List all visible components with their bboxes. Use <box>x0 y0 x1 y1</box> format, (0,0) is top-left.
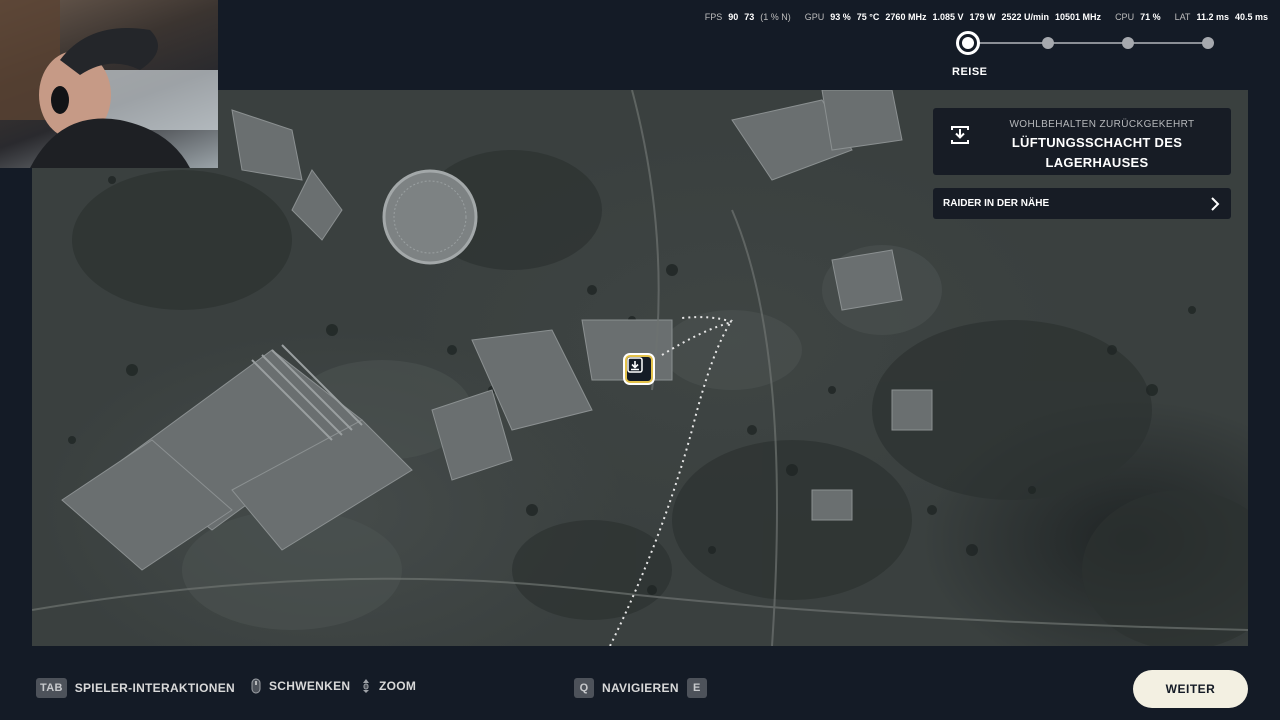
lat-2: 40.5 ms <box>1234 12 1268 22</box>
hint-pan-label: SCHWENKEN <box>269 679 351 693</box>
progress-node <box>1202 37 1214 49</box>
lat-1: 11.2 ms <box>1196 12 1229 22</box>
hint-zoom[interactable]: ZOOM <box>361 678 416 694</box>
progress-track: REISE <box>952 31 1218 80</box>
cpu-load: 71 % <box>1140 12 1161 22</box>
hint-pan[interactable]: SCHWENKEN <box>251 678 350 694</box>
gpu-power: 179 W <box>969 12 996 22</box>
lat-label: LAT <box>1174 12 1191 22</box>
mouse-wheel-icon <box>363 679 369 693</box>
hint-zoom-label: ZOOM <box>379 679 417 693</box>
progress-line <box>968 42 1208 44</box>
fps-low-unit: (1 % N) <box>760 12 791 22</box>
tab-key: TAB <box>36 678 67 698</box>
e-key: E <box>686 678 707 698</box>
hint-player-interactions-label: SPIELER-INTERAKTIONEN <box>74 681 236 695</box>
mouse-icon <box>251 678 261 694</box>
progress-node <box>1122 37 1134 49</box>
progress-node-active <box>956 31 980 55</box>
silo <box>382 169 478 265</box>
continue-button[interactable]: WEITER <box>1133 670 1248 708</box>
bottom-bar: TAB SPIELER-INTERAKTIONEN SCHWENKEN ZOOM… <box>0 668 1280 712</box>
webcam-overlay <box>0 0 218 168</box>
q-key: Q <box>574 678 594 698</box>
gpu-clock: 2760 MHz <box>885 12 927 22</box>
gpu-fan: 2522 U/min <box>1001 12 1050 22</box>
gpu-label: GPU <box>804 12 825 22</box>
hint-navigate[interactable]: Q NAVIGIEREN E <box>574 678 707 698</box>
panel-title-line1: LÜFTUNGSSCHACHT DES <box>1011 135 1183 150</box>
gpu-mem: 10501 MHz <box>1055 12 1102 22</box>
extraction-marker[interactable] <box>625 355 653 383</box>
panel-title: LÜFTUNGSSCHACHT DES LAGERHAUSES <box>973 133 1221 173</box>
panel-subtitle: WOHLBEHALTEN ZURÜCKGEKEHRT <box>1009 119 1195 130</box>
nearby-raiders-label: RAIDER IN DER NÄHE <box>943 198 1050 209</box>
fps-low-value: 73 <box>744 12 755 22</box>
progress-node <box>1042 37 1054 49</box>
cpu-label: CPU <box>1115 12 1135 22</box>
extract-hatch-icon <box>627 357 643 373</box>
nearby-raiders-button[interactable]: RAIDER IN DER NÄHE <box>933 188 1231 219</box>
extraction-info-panel: WOHLBEHALTEN ZURÜCKGEKEHRT LÜFTUNGSSCHAC… <box>933 108 1231 175</box>
panel-title-line2: LAGERHAUSES <box>1045 155 1149 170</box>
gpu-load: 93 % <box>830 12 851 22</box>
hint-navigate-label: NAVIGIEREN <box>602 681 679 695</box>
gpu-temp: 75 °C <box>856 12 880 22</box>
chevron-right-icon <box>1211 196 1220 211</box>
gpu-volt: 1.085 V <box>932 12 964 22</box>
fps-value: 90 <box>728 12 739 22</box>
fps-label: FPS <box>704 12 723 22</box>
performance-overlay: FPS 90 73 (1 % N) GPU 93 % 75 °C 2760 MH… <box>705 12 1268 22</box>
hint-player-interactions[interactable]: TAB SPIELER-INTERAKTIONEN <box>36 678 235 698</box>
progress-step-label: REISE <box>952 66 988 78</box>
